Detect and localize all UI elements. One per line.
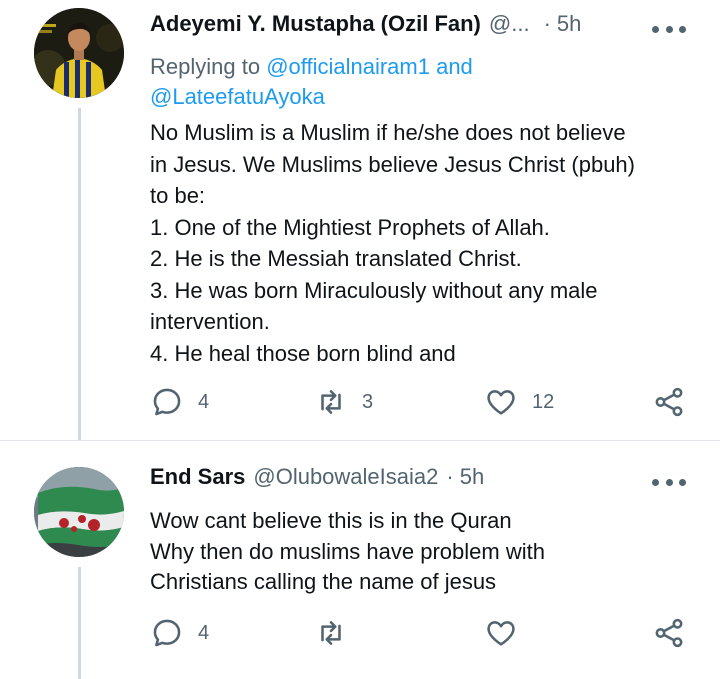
like-count: 12 [532, 390, 555, 413]
tweet-text-line: in Jesus. We Muslims believe Jesus Chris… [150, 151, 635, 177]
replying-to-label: Replying to [150, 54, 267, 79]
tweet-text-line: 1. One of the Mightiest Prophets of Alla… [150, 214, 550, 240]
share-button[interactable] [652, 613, 686, 653]
tweet-text-line: 3. He was born Miraculously without any … [150, 277, 598, 303]
separator-dot: · [543, 11, 551, 36]
reply-count: 4 [198, 390, 210, 413]
thread-connector-line [78, 108, 81, 440]
tweet-header: End Sars @OlubowaleIsaia2 · 5h [150, 463, 672, 491]
tweet-2[interactable]: End Sars @OlubowaleIsaia2 · 5h Wow cant … [0, 440, 720, 679]
tweet-text-line: to be: [150, 183, 206, 208]
avatar[interactable] [34, 8, 124, 98]
avatar-soccer-player-image [34, 8, 124, 98]
separator-dot: · [446, 464, 454, 489]
mention-link[interactable]: @LateefatuAyoka [150, 84, 325, 109]
retweet-count: 3 [362, 390, 374, 413]
tweet-text-line: No Muslim is a Muslim if he/she does not… [150, 120, 626, 145]
tweet-text-line: 2. He is the Messiah translated Christ. [150, 246, 522, 271]
timestamp[interactable]: 5h [557, 10, 581, 38]
more-options-icon[interactable] [652, 24, 686, 34]
display-name[interactable]: Adeyemi Y. Mustapha (Ozil Fan) [150, 10, 481, 38]
share-nodes-icon [655, 387, 683, 417]
timestamp[interactable]: 5h [460, 463, 484, 491]
heart-icon [487, 621, 515, 646]
tweet-1[interactable]: Adeyemi Y. Mustapha (Ozil Fan) @... · 5h… [0, 0, 720, 440]
mention-link[interactable]: @officialnairam1 [266, 54, 430, 79]
share-nodes-icon [655, 618, 683, 648]
user-handle[interactable]: @... [489, 10, 530, 38]
speech-bubble-icon [153, 388, 181, 416]
thread-connector-line [78, 567, 81, 679]
action-bar: 4 [150, 613, 686, 653]
tweet-text: No Muslim is a Muslim if he/she does not… [150, 117, 700, 369]
user-handle[interactable]: @OlubowaleIsaia2 [253, 463, 438, 491]
retweet-arrows-icon [321, 390, 341, 414]
reply-button[interactable]: 4 [150, 613, 209, 653]
mention-and-label: and [429, 54, 473, 79]
like-button[interactable]: 12 [484, 382, 554, 422]
retweet-arrows-icon [321, 621, 341, 645]
tweet-text-line: 4. He heal those born blind and [150, 340, 456, 366]
avatar[interactable] [34, 467, 124, 557]
retweet-button[interactable] [314, 613, 348, 653]
tweet-header: Adeyemi Y. Mustapha (Ozil Fan) @... · 5h [150, 10, 672, 38]
tweet-text-line: Wow cant believe this is in the Quran [150, 508, 512, 533]
speech-bubble-icon [153, 619, 181, 647]
like-button[interactable] [484, 613, 518, 653]
tweet-text-line: intervention. [150, 309, 270, 334]
tweet-text-line: Christians calling the name of jesus [150, 569, 497, 594]
action-bar: 4 3 12 [150, 382, 686, 422]
avatar-flag-protest-image [34, 467, 124, 557]
more-options-icon[interactable] [652, 477, 686, 487]
tweet-text: Wow cant believe this is in the Quran Wh… [150, 506, 700, 598]
reply-count: 4 [198, 621, 210, 644]
tweet-text-line: Why then do muslims have problem with [150, 538, 545, 564]
reply-button[interactable]: 4 [150, 382, 209, 422]
heart-icon [487, 390, 515, 415]
display-name[interactable]: End Sars [150, 463, 245, 491]
replying-to: Replying to @officialnairam1 and @Lateef… [150, 52, 530, 112]
retweet-button[interactable]: 3 [314, 382, 373, 422]
share-button[interactable] [652, 382, 686, 422]
